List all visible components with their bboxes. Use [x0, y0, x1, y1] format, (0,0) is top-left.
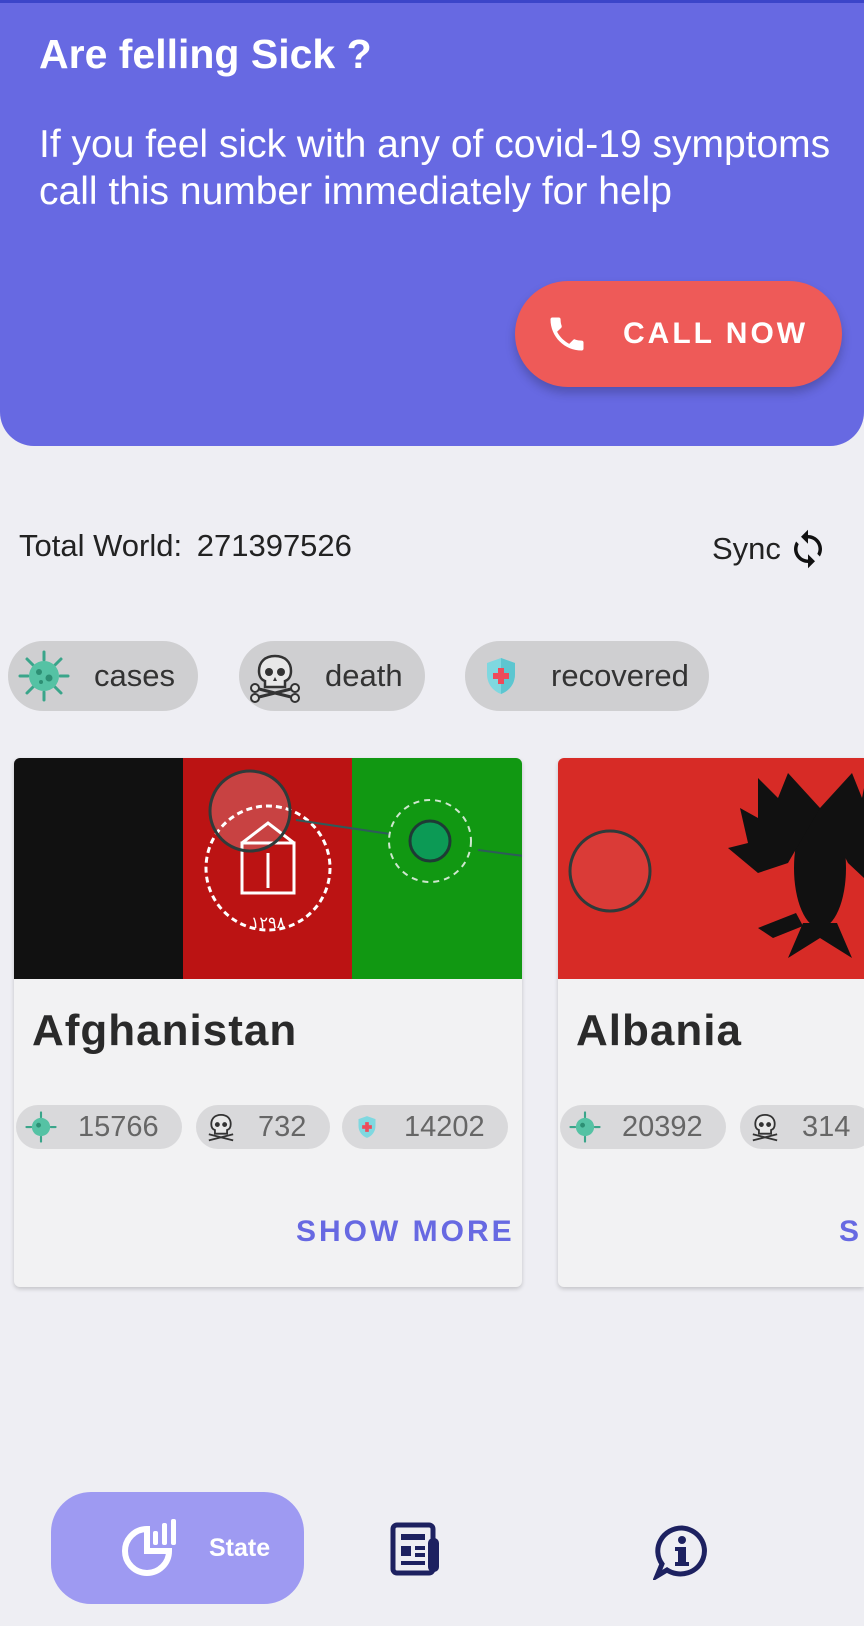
country-card[interactable]: Albania 20392 314: [558, 758, 864, 1287]
phone-icon: [550, 317, 584, 351]
shield-icon: [358, 1116, 376, 1138]
call-now-label: CALL NOW: [623, 317, 809, 350]
stat-deaths: 314: [740, 1105, 864, 1149]
virus-icon: [569, 1111, 601, 1143]
country-name: Afghanistan: [32, 1006, 298, 1055]
filter-chip-label: death: [325, 658, 403, 693]
stat-cases: 20392: [560, 1105, 726, 1149]
country-name: Albania: [576, 1006, 742, 1055]
stat-value: 732: [258, 1110, 307, 1143]
svg-text:۱۲۹۸: ۱۲۹۸: [251, 913, 286, 932]
total-world-value: 271397526: [196, 528, 352, 563]
skull-icon: [752, 1113, 778, 1142]
sick-banner: Are felling Sick ? If you feel sick with…: [0, 3, 864, 446]
stat-recovered: 14202: [342, 1105, 508, 1149]
newspaper-icon[interactable]: [390, 1522, 440, 1576]
skull-icon: [250, 654, 300, 703]
stat-deaths: 732: [196, 1105, 330, 1149]
virus-icon: [25, 1111, 57, 1143]
stat-value: 14202: [404, 1110, 485, 1143]
sync-button[interactable]: Sync: [712, 526, 829, 572]
skull-icon: [208, 1113, 234, 1142]
total-world-label: Total World:: [19, 528, 183, 563]
flag-afghanistan: ۱۲۹۸: [14, 758, 522, 979]
flag-albania: [558, 758, 864, 979]
info-icon[interactable]: [653, 1524, 711, 1580]
show-more-button[interactable]: SHOW MORE: [296, 1215, 515, 1249]
sync-label: Sync: [712, 531, 781, 566]
filter-chip-recovered[interactable]: recovered: [465, 641, 709, 711]
banner-message: If you feel sick with any of covid-19 sy…: [39, 123, 831, 213]
call-now-button[interactable]: CALL NOW: [515, 281, 842, 387]
nav-state-label: State: [209, 1534, 271, 1562]
filter-chip-label: cases: [94, 658, 175, 693]
stat-value: 20392: [622, 1110, 703, 1143]
stat-cases: 15766: [16, 1105, 182, 1149]
country-card[interactable]: ۱۲۹۸ Afghanistan 15766 732 14202: [14, 758, 522, 1287]
chart-icon: [122, 1519, 176, 1576]
filter-chip-cases[interactable]: cases: [8, 641, 198, 711]
stat-value: 15766: [78, 1110, 159, 1143]
banner-title: Are felling Sick ?: [39, 31, 372, 77]
show-more-button[interactable]: SHOW MORE: [839, 1215, 864, 1249]
virus-icon: [18, 650, 70, 702]
filter-chip-death[interactable]: death: [239, 641, 425, 711]
shield-icon: [487, 658, 515, 694]
total-world: Total World: 271397526: [19, 528, 352, 564]
nav-state-tab[interactable]: State: [51, 1492, 304, 1604]
stat-value: 314: [802, 1110, 851, 1143]
filter-chip-label: recovered: [551, 658, 689, 693]
sync-icon: [793, 529, 822, 569]
